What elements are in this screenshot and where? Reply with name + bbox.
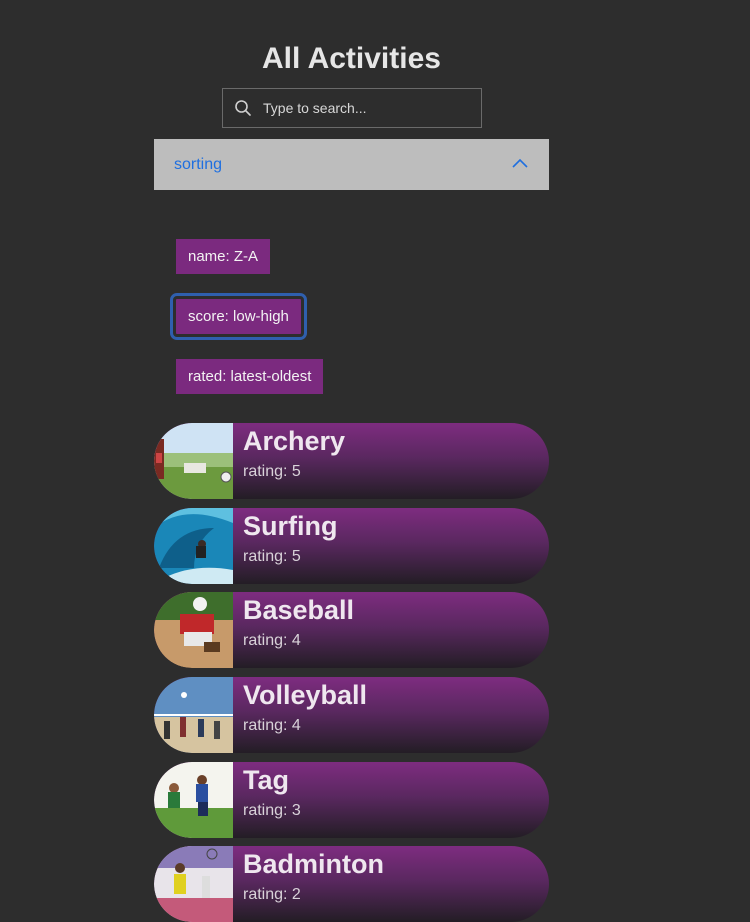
activity-rating: rating: 4 — [243, 632, 301, 649]
sort-rated-latest-oldest-button[interactable]: rated: latest-oldest — [176, 359, 324, 394]
activity-name: Surfing — [243, 511, 338, 541]
activity-name: Archery — [243, 426, 346, 456]
page-title: All Activities — [262, 42, 441, 75]
activities-page: All Activities sorting name: Z-A score: … — [0, 0, 750, 922]
tag-image — [154, 762, 233, 838]
activity-name: Volleyball — [243, 680, 368, 710]
chevron-up-icon — [511, 156, 529, 174]
activity-name: Badminton — [243, 849, 384, 879]
volleyball-image — [154, 677, 233, 753]
badminton-image — [154, 846, 233, 922]
archery-image — [154, 423, 233, 499]
activity-card-surfing[interactable]: Surfing rating: 5 — [154, 508, 549, 584]
activity-name: Baseball — [243, 595, 355, 625]
activity-card-archery[interactable]: Archery rating: 5 — [154, 423, 549, 499]
activity-rating: rating: 3 — [243, 802, 301, 819]
activity-card-tag[interactable]: Tag rating: 3 — [154, 762, 549, 838]
sort-score-low-high-button[interactable]: score: low-high — [170, 293, 307, 340]
activity-rating: rating: 2 — [243, 886, 301, 903]
activity-card-volleyball[interactable]: Volleyball rating: 4 — [154, 677, 549, 753]
baseball-image — [154, 592, 233, 668]
search-box[interactable] — [222, 88, 482, 128]
sort-name-z-a-button[interactable]: name: Z-A — [176, 239, 271, 274]
activity-rating: rating: 5 — [243, 463, 301, 480]
activity-name: Tag — [243, 765, 289, 795]
activity-card-badminton[interactable]: Badminton rating: 2 — [154, 846, 549, 922]
search-icon — [223, 88, 263, 128]
activity-rating: rating: 4 — [243, 717, 301, 734]
sorting-label: sorting — [174, 155, 223, 173]
sorting-accordion-header[interactable]: sorting — [154, 139, 549, 190]
activity-rating: rating: 5 — [243, 548, 301, 565]
search-input[interactable] — [263, 89, 481, 127]
activity-card-baseball[interactable]: Baseball rating: 4 — [154, 592, 549, 668]
surfing-image — [154, 508, 233, 584]
